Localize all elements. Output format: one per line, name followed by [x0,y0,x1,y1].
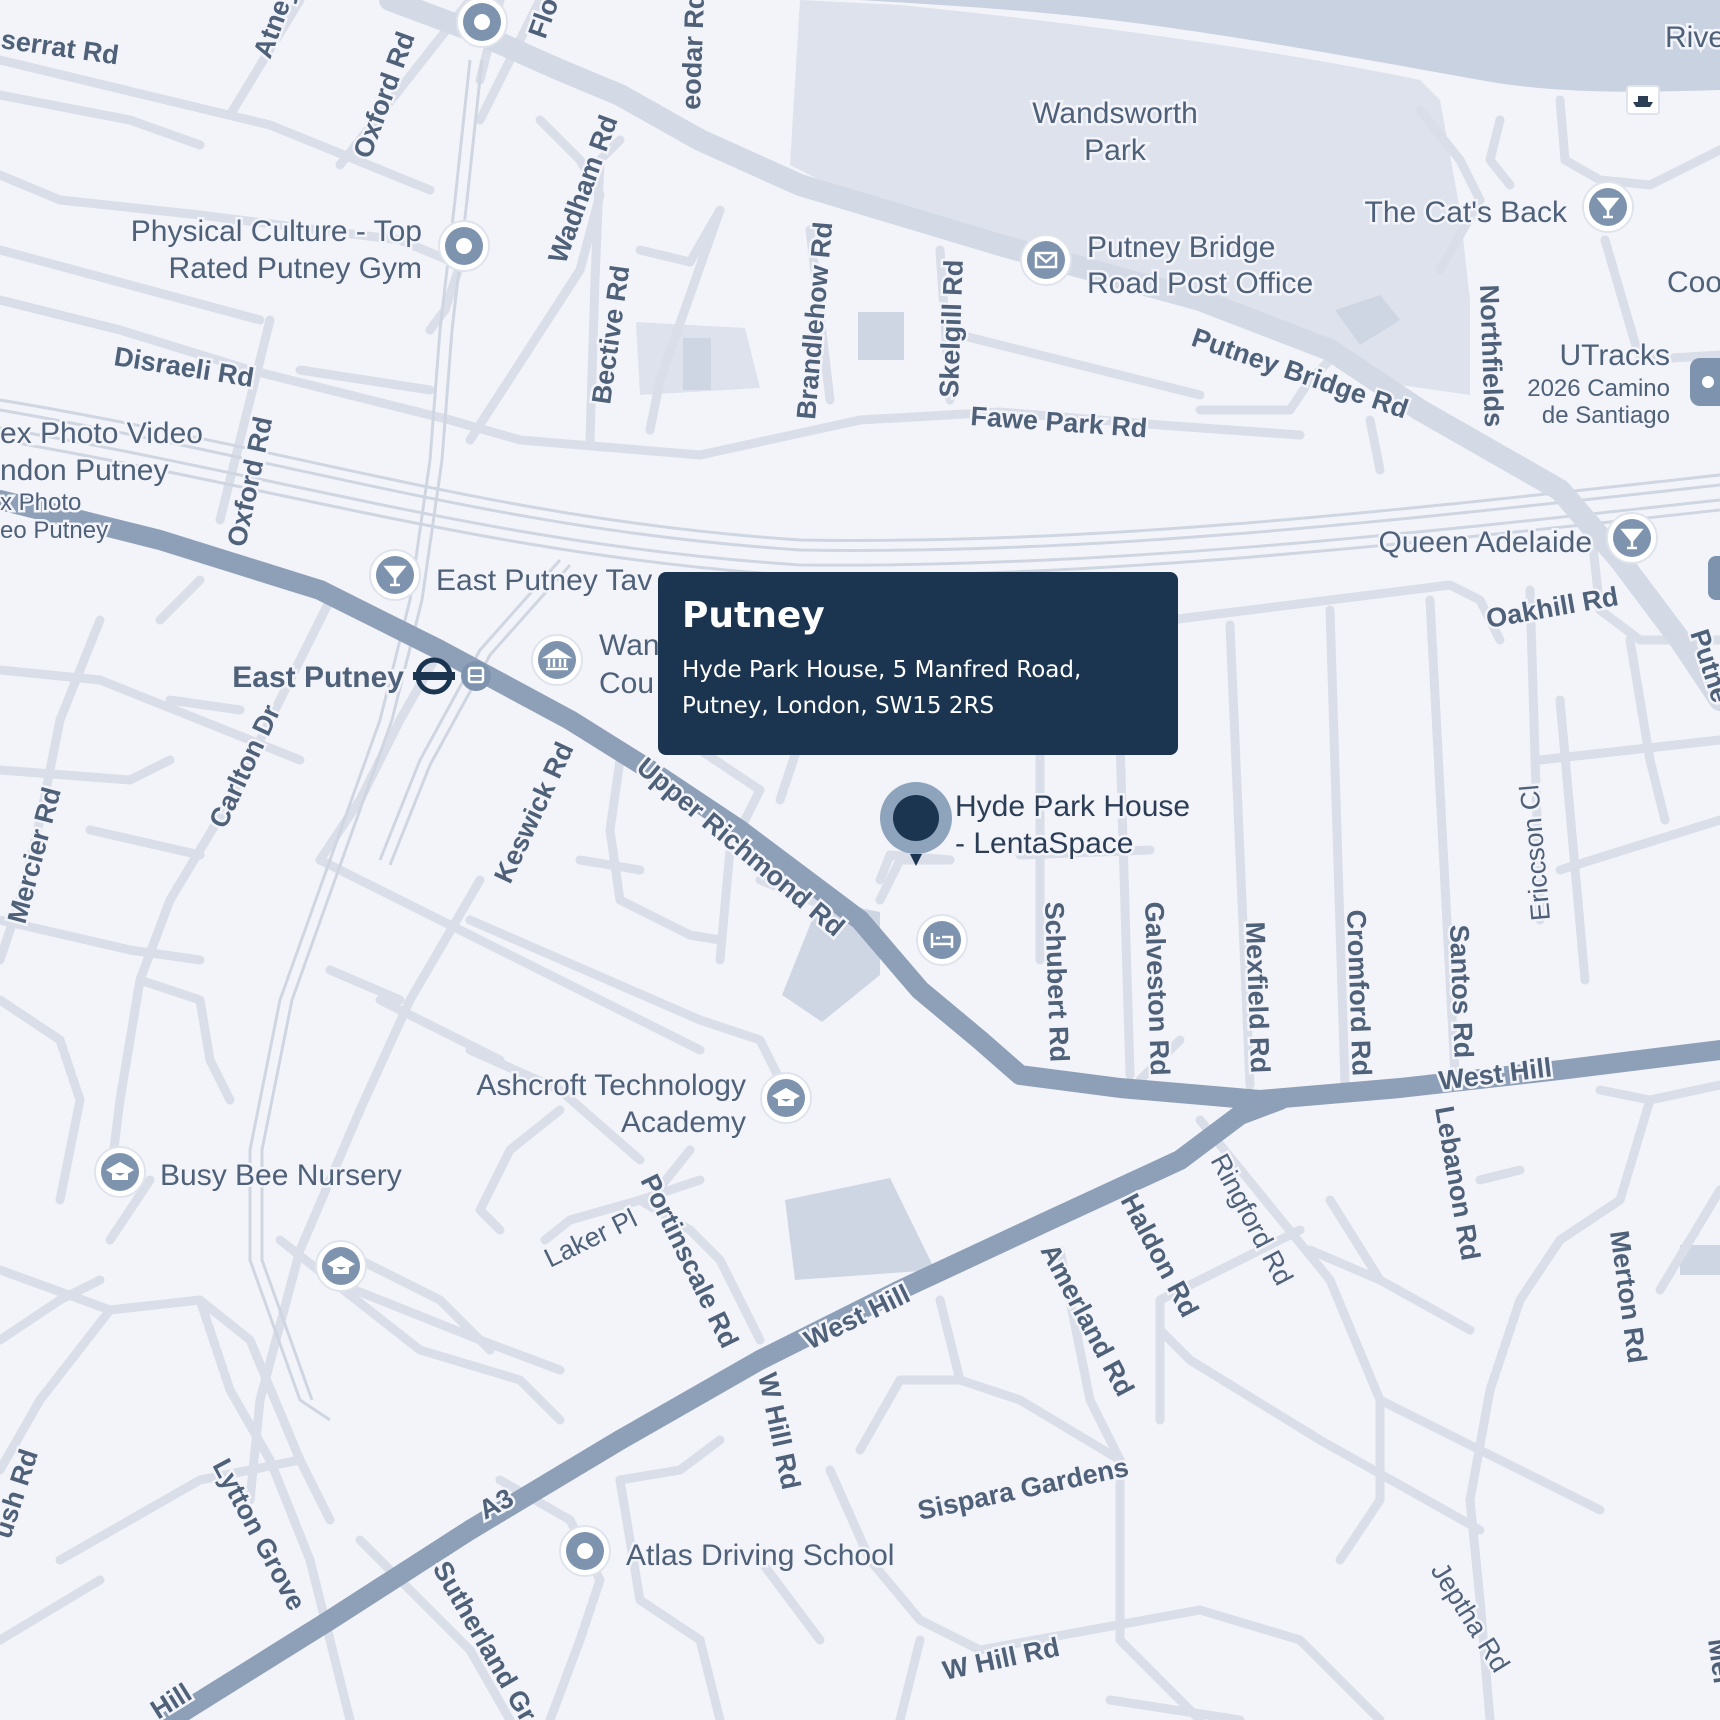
place-label: Park [1084,134,1147,167]
place-label: ex Photo Video [0,417,203,450]
place-label: Rive [1665,21,1720,54]
road-label: Schubert Rd [1039,901,1075,1062]
place-label: Physical Culture - Top [131,215,422,248]
school-icon[interactable] [94,1146,146,1198]
place-label: Busy Bee Nursery [160,1159,402,1192]
ferry-icon[interactable] [1626,85,1660,115]
place-label: East Putney Tav [436,564,652,597]
road-label: Mexfield Rd [1240,921,1275,1073]
post-office-icon[interactable] [1020,234,1072,286]
place-label: Coo [1667,266,1720,299]
place-label: Rated Putney Gym [169,252,422,285]
road-label: Skelgill Rd [934,259,969,398]
map-canvas[interactable]: serrat Rd Atney Flo eodar Rd Oxford Rd W… [0,0,1720,1720]
place-label: 2026 Camino [1527,375,1670,402]
main-marker-label-line1: Hyde Park House [955,790,1190,823]
main-marker-label-line2: - LentaSpace [955,827,1133,860]
location-pin-icon[interactable] [1708,556,1720,600]
place-label: Road Post Office [1087,267,1313,300]
cocktail-bar-icon[interactable] [1582,181,1634,233]
place-label: Atlas Driving School [626,1539,894,1572]
place-label: Ashcroft Technology [476,1069,746,1102]
info-card-address: Hyde Park House, 5 Manfred Road, Putney,… [682,652,1154,724]
location-pin-icon[interactable] [456,0,508,48]
place-label: The Cat's Back [1365,196,1568,229]
location-info-card[interactable]: Putney Hyde Park House, 5 Manfred Road, … [658,572,1178,755]
place-label: ndon Putney [0,454,168,487]
road-label: Northfields [1474,284,1509,427]
road-label: eodar Rd [676,0,710,110]
road-label: Galveston Rd [1139,901,1175,1076]
place-label: x Photo [0,489,81,516]
info-card-title: Putney [682,595,825,636]
building-block [858,312,904,360]
place-label: UTracks [1559,339,1670,372]
cocktail-bar-icon[interactable] [369,549,421,601]
map-view[interactable]: serrat Rd Atney Flo eodar Rd Oxford Rd W… [0,0,1720,1720]
location-pin-icon[interactable] [1690,358,1720,406]
hotel-bed-icon[interactable] [916,914,968,966]
place-label: Cou [599,667,654,700]
info-card-address-line1: Hyde Park House, 5 Manfred Road, [682,657,1082,683]
school-icon[interactable] [315,1240,367,1292]
community-building-icon[interactable] [531,634,583,686]
bus-stop-icon[interactable] [461,661,491,691]
gym-location-icon[interactable] [438,220,490,272]
place-label: Wan [599,629,660,662]
road-label: Santos Rd [1444,924,1479,1058]
road-label: Cromford Rd [1341,909,1377,1076]
info-card-address-line2: Putney, London, SW15 2RS [682,693,995,719]
place-label: Academy [621,1106,746,1139]
driving-school-location-icon[interactable] [559,1525,611,1577]
school-icon[interactable] [760,1072,812,1124]
place-label: Wandsworth [1032,97,1198,130]
cocktail-bar-icon[interactable] [1606,512,1658,564]
place-label: de Santiago [1542,402,1670,429]
building-block [683,338,711,390]
place-label: eo Putney [0,517,108,544]
place-label: Putney Bridge [1087,231,1275,264]
place-label: East Putney [232,661,404,694]
place-label: Queen Adelaide [1378,526,1592,559]
